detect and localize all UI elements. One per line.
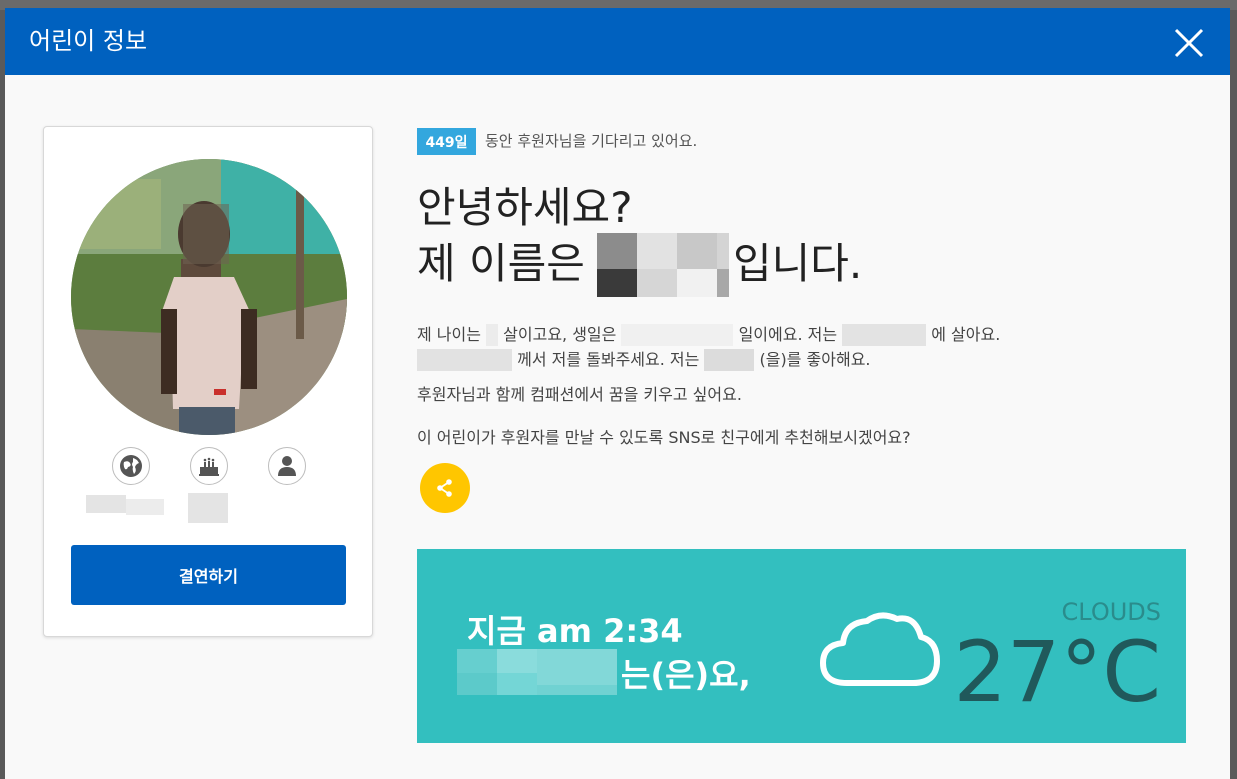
- greeting-suffix: 입니다.: [733, 236, 862, 292]
- modal-header: 어린이 정보: [5, 8, 1230, 75]
- intro-line-3: 후원자님과 함께 컴패션에서 꿈을 키우고 싶어요.: [417, 385, 742, 404]
- redacted-hobby: [704, 349, 755, 371]
- share-button[interactable]: [420, 463, 470, 513]
- name-prefix: 제 이름은: [417, 239, 585, 288]
- modal-title: 어린이 정보: [29, 27, 148, 55]
- redacted-gender: [188, 493, 228, 523]
- share-icon: [437, 479, 452, 497]
- globe-icon: [120, 455, 142, 477]
- child-profile-card: 결연하기: [43, 126, 373, 637]
- intro-location-label: 일이에요. 저는: [738, 325, 838, 344]
- birthday-cake-icon: [199, 457, 219, 476]
- intro-age-label: 제 나이는: [417, 325, 481, 344]
- redacted-birthday: [621, 324, 734, 346]
- sns-recommend-text: 이 어린이가 후원자를 만날 수 있도록 SNS로 친구에게 추천해보시겠어요?: [417, 428, 911, 447]
- redacted-location: [842, 324, 927, 346]
- greeting-line-2: 제 이름은: [417, 236, 585, 292]
- birthday-info-icon[interactable]: [190, 447, 228, 485]
- child-photo: [71, 159, 347, 435]
- country-info-icon[interactable]: [112, 447, 150, 485]
- cloud-icon: [820, 612, 940, 686]
- child-info-modal: 어린이 정보 결연하기 449일 동안 후원자님을 기다리고 있어요. 안녕하세…: [5, 8, 1230, 779]
- name-suffix: 입니다.: [733, 239, 863, 288]
- intro-hobby-suffix: (을)를 좋아해요.: [759, 350, 871, 369]
- greeting-line-1: 안녕하세요?: [417, 183, 633, 232]
- waiting-days-badge: 449일: [417, 128, 476, 155]
- gender-info-icon[interactable]: [268, 447, 306, 485]
- local-time: 지금 am 2:34: [467, 612, 683, 650]
- redacted-guardian: [417, 349, 512, 371]
- weather-panel: 지금 am 2:34 는(은)요, CLOUDS 27°C: [417, 549, 1186, 743]
- redacted-age: [126, 499, 164, 515]
- redacted-age-value: [486, 324, 499, 346]
- close-button[interactable]: [1171, 25, 1207, 61]
- place-suffix: 는(은)요,: [621, 656, 751, 694]
- intro-line-2: 께서 저를 돌봐주세요. 저는 (을)를 좋아해요.: [417, 349, 871, 371]
- intro-birthday-label: 살이고요, 생일은: [503, 325, 617, 344]
- temperature: 27°C: [953, 623, 1161, 721]
- person-icon: [278, 456, 296, 476]
- intro-hobby-label: 께서 저를 돌봐주세요. 저는: [517, 350, 700, 369]
- intro-line-1: 제 나이는 살이고요, 생일은 일이에요. 저는 에 살아요.: [417, 324, 1000, 346]
- waiting-text: 동안 후원자님을 기다리고 있어요.: [485, 132, 698, 150]
- redacted-country: [86, 495, 126, 513]
- close-icon: [1174, 28, 1204, 58]
- intro-location-suffix: 에 살아요.: [931, 325, 1001, 344]
- sponsor-button[interactable]: 결연하기: [71, 545, 346, 605]
- greeting-heading: 안녕하세요? 제 이름은: [417, 180, 633, 288]
